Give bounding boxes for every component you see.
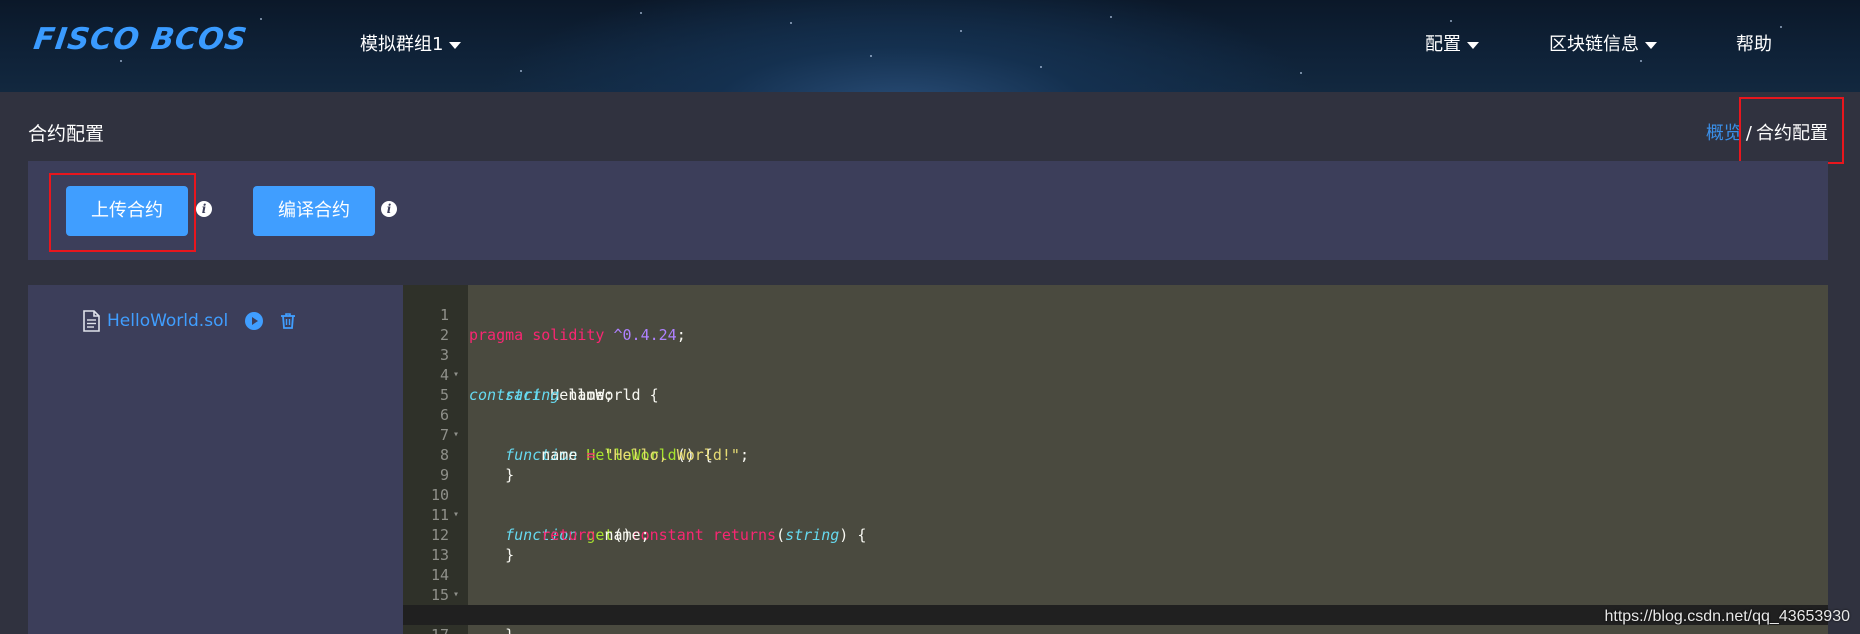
group-selector-label: 模拟群组1: [360, 34, 444, 55]
page-title: 合约配置: [28, 123, 105, 145]
play-icon[interactable]: [244, 311, 264, 331]
code-line: 11 return name;: [403, 485, 1828, 544]
line-number: 17: [403, 625, 449, 634]
nav-menu-chain-info[interactable]: 区块链信息: [1549, 30, 1657, 56]
code-line: 2: [403, 305, 1828, 344]
code-line: 4 string name;: [403, 345, 1828, 404]
group-selector-dropdown[interactable]: 模拟群组1: [360, 30, 462, 56]
file-name[interactable]: HelloWorld.sol: [107, 311, 228, 331]
nav-menu-chain-info-label: 区块链信息: [1549, 34, 1639, 55]
upload-contract-button[interactable]: 上传合约: [66, 186, 188, 236]
trash-icon[interactable]: [278, 311, 298, 331]
contract-toolbar: 上传合约 i 编译合约 i: [28, 161, 1828, 260]
nav-menu-config[interactable]: 配置: [1425, 30, 1479, 56]
nav-menu-help[interactable]: 帮助: [1736, 30, 1772, 56]
watermark-url: https://blog.csdn.net/qq_43653930: [1604, 608, 1850, 625]
code-line: 16 }: [403, 585, 1828, 634]
code-line: 3 ▾ contract HelloWorld {: [403, 325, 1828, 404]
code-line: 6 ▾ function HelloWorld() {: [403, 385, 1828, 464]
code-text: }: [469, 625, 514, 634]
contract-file-tree: HelloWorld.sol: [28, 285, 403, 634]
chevron-down-icon: [1645, 41, 1657, 49]
nav-menu-config-label: 配置: [1425, 34, 1461, 55]
compile-contract-button[interactable]: 编译合约: [253, 186, 375, 236]
breadcrumb: 概览 / 合约配置: [1706, 119, 1828, 145]
chevron-down-icon: [449, 41, 462, 49]
code-line: 5: [403, 365, 1828, 404]
breadcrumb-home-link[interactable]: 概览: [1706, 123, 1742, 144]
breadcrumb-current: 合约配置: [1756, 123, 1828, 144]
info-icon[interactable]: i: [196, 201, 212, 217]
code-line: 13: [403, 525, 1828, 564]
code-line: 9: [403, 445, 1828, 484]
code-editor[interactable]: 1 pragma solidity ^0.4.24; 2 3 ▾ contrac…: [403, 285, 1828, 634]
chevron-down-icon: [1467, 41, 1479, 49]
fisco-bcos-logo[interactable]: FISCO BCOS: [32, 22, 250, 57]
code-line: 1 pragma solidity ^0.4.24;: [403, 285, 1828, 344]
top-navbar: FISCO BCOS 模拟群组1 配置 区块链信息 帮助: [0, 0, 1860, 92]
nav-menu-help-label: 帮助: [1736, 34, 1772, 55]
code-line: 8 }: [403, 425, 1828, 484]
code-line: 14 ▾ function set(string n) {: [403, 545, 1828, 624]
code-line: 15 name = n;: [403, 565, 1828, 624]
code-line: 7 name = "Hello, World!";: [403, 405, 1828, 464]
info-icon[interactable]: i: [381, 201, 397, 217]
breadcrumb-separator: /: [1745, 123, 1752, 144]
document-icon: [83, 310, 100, 332]
code-line: 12 }: [403, 505, 1828, 564]
code-line: 10 ▾ function get()constant returns(stri…: [403, 465, 1828, 544]
file-tree-item[interactable]: HelloWorld.sol: [80, 309, 298, 333]
